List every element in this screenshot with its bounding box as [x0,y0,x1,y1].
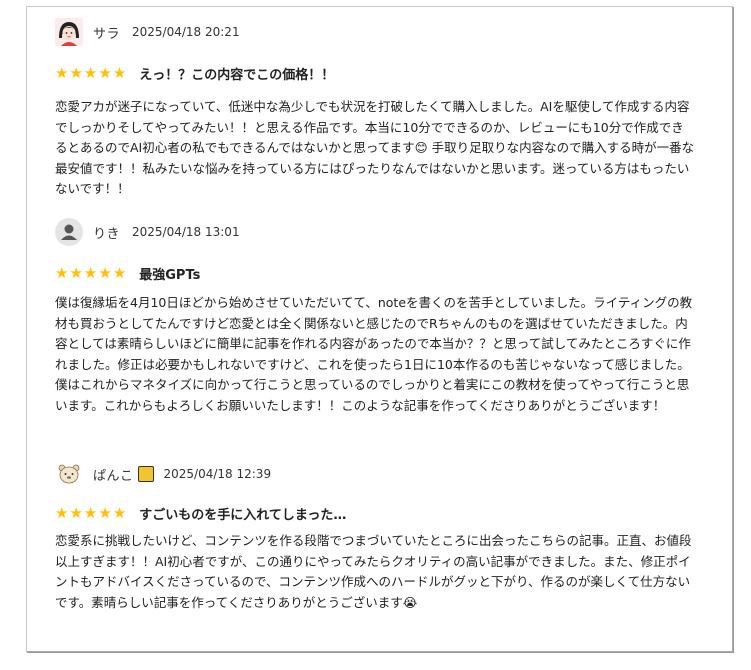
star-icon: ★ [112,503,127,522]
star-rating: ★ ★ ★ ★ ★ [55,63,127,82]
review-rating-row: ★ ★ ★ ★ ★ 最強GPTs [55,263,200,283]
star-icon: ★ [98,263,112,282]
review-date: 2025/04/18 12:39 [163,467,272,481]
star-icon: ★ [83,503,98,522]
review-rating-row: ★ ★ ★ ★ ★ すごいものを手に入れてしまった… [55,503,346,523]
review-title: すごいものを手に入れてしまった… [139,507,347,523]
star-rating: ★ ★ ★ ★ ★ [55,263,127,282]
default-user-icon[interactable] [55,218,83,246]
star-icon: ★ [55,503,69,522]
bread-badge-icon [137,466,154,482]
star-icon: ★ [69,63,83,82]
review-body: 恋愛アカが迷子になっていて、低迷中な為少しでも状況を打破したくて購入しました。A… [55,99,695,196]
star-icon: ★ [69,503,83,522]
reviews-panel: サラ 2025/04/18 20:21 ★ ★ ★ ★ ★ えっ！？この内容でこ… [26,6,733,652]
star-rating: ★ ★ ★ ★ ★ [55,503,127,522]
star-icon: ★ [69,263,83,282]
review-body: 僕は復縁垢を4月10日ほどから始めさせていただいてて、noteを書くのを苦手とし… [55,295,693,413]
bear-avatar-icon[interactable] [55,460,83,488]
review-title: えっ！？この内容でこの価格！！ [139,67,335,83]
star-icon: ★ [83,263,98,282]
star-icon: ★ [55,63,69,82]
review-body: 恋愛系に挑戦したいけど、コンテンツを作る段階でつまづいていたところに出会ったこち… [55,533,692,610]
review-header: りき 2025/04/18 13:01 [55,217,240,247]
star-icon: ★ [98,63,112,82]
star-icon: ★ [112,263,127,282]
username[interactable]: サラ [93,23,120,42]
review-date: 2025/04/18 20:21 [132,25,240,39]
star-icon: ★ [112,63,127,82]
star-icon: ★ [83,63,98,82]
review-header: サラ 2025/04/18 20:21 [55,17,240,47]
review-title: 最強GPTs [139,267,201,283]
girl-avatar-icon[interactable] [55,18,83,46]
review-date: 2025/04/18 13:01 [132,225,240,239]
review-rating-row: ★ ★ ★ ★ ★ えっ！？この内容でこの価格！！ [55,63,334,83]
username[interactable]: りき [93,223,120,242]
username[interactable]: ぱんこ [93,465,134,484]
star-icon: ★ [55,263,69,282]
review-header: ぱんこ 2025/04/18 12:39 [55,459,271,489]
star-icon: ★ [98,503,112,522]
